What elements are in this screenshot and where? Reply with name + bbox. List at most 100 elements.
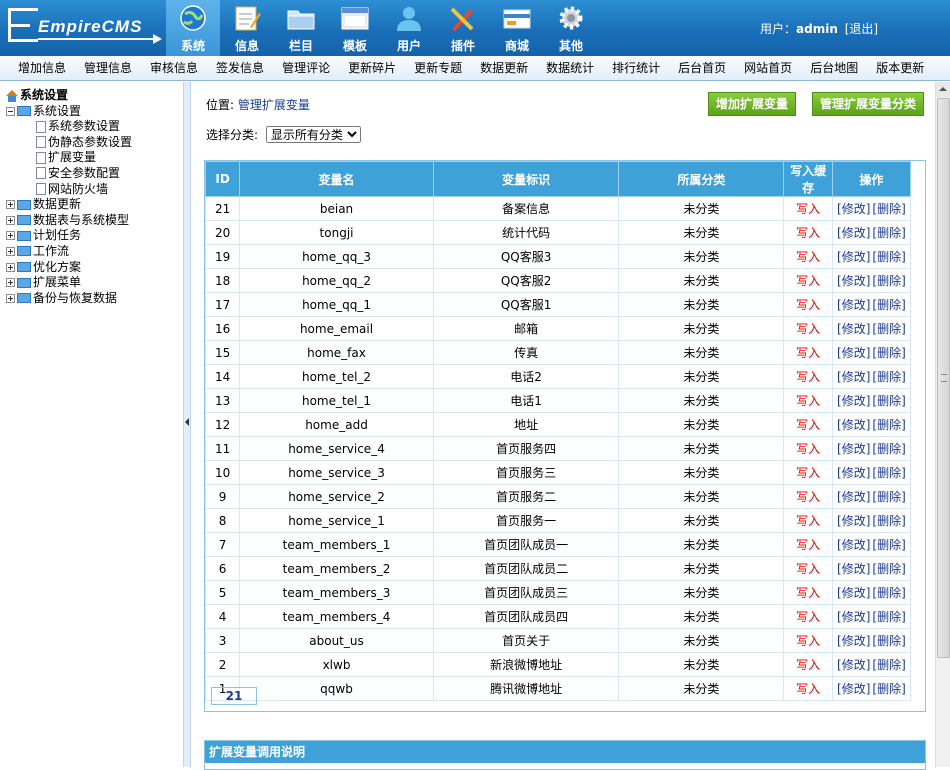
nav-tab-5[interactable]: 插件 [436, 0, 490, 56]
tree-item[interactable]: 网站防火墙 [6, 182, 132, 198]
edit-link[interactable]: [修改] [837, 370, 870, 384]
collapse-icon[interactable] [6, 106, 15, 116]
nav-tab-6[interactable]: 商城 [490, 0, 544, 56]
quick-nav-item[interactable]: 后台首页 [668, 56, 734, 80]
edit-link[interactable]: [修改] [837, 202, 870, 216]
tree-folder[interactable]: 优化方案 [6, 260, 132, 276]
quick-nav-item[interactable]: 更新专题 [404, 56, 470, 80]
cell-cache[interactable]: 写入 [783, 244, 833, 269]
quick-nav-item[interactable]: 增加信息 [8, 56, 74, 80]
expand-icon[interactable] [6, 231, 15, 241]
delete-link[interactable]: [删除] [872, 610, 905, 624]
cell-cache[interactable]: 写入 [783, 652, 833, 677]
delete-link[interactable]: [删除] [872, 514, 905, 528]
delete-link[interactable]: [删除] [872, 370, 905, 384]
tree-item[interactable]: 扩展变量 [6, 150, 132, 166]
cell-cache[interactable]: 写入 [783, 676, 833, 701]
delete-link[interactable]: [删除] [872, 442, 905, 456]
empirecms-logo[interactable]: EmpireCMS [8, 8, 162, 48]
quick-nav-item[interactable]: 网站首页 [734, 56, 800, 80]
quick-nav-item[interactable]: 签发信息 [206, 56, 272, 80]
cell-cache[interactable]: 写入 [783, 580, 833, 605]
quick-nav-item[interactable]: 数据更新 [470, 56, 536, 80]
delete-link[interactable]: [删除] [872, 466, 905, 480]
location-link[interactable]: 管理扩展变量 [238, 98, 310, 112]
edit-link[interactable]: [修改] [837, 298, 870, 312]
nav-tab-1[interactable]: 信息 [220, 0, 274, 56]
expand-icon[interactable] [6, 278, 15, 288]
tree-root[interactable]: 系统设置 [6, 88, 132, 104]
delete-link[interactable]: [删除] [872, 418, 905, 432]
nav-tab-4[interactable]: 用户 [382, 0, 436, 56]
delete-link[interactable]: [删除] [872, 298, 905, 312]
cell-cache[interactable]: 写入 [783, 316, 833, 341]
add-variable-button[interactable]: 增加扩展变量 [708, 92, 797, 116]
expand-icon[interactable] [6, 200, 15, 210]
tree-item[interactable]: 安全参数配置 [6, 166, 132, 182]
quick-nav-item[interactable]: 管理信息 [74, 56, 140, 80]
edit-link[interactable]: [修改] [837, 394, 870, 408]
tree-folder[interactable]: 数据表与系统模型 [6, 213, 132, 229]
nav-tab-3[interactable]: 模板 [328, 0, 382, 56]
delete-link[interactable]: [删除] [872, 346, 905, 360]
delete-link[interactable]: [删除] [872, 322, 905, 336]
quick-nav-item[interactable]: 审核信息 [140, 56, 206, 80]
cell-cache[interactable]: 写入 [783, 556, 833, 581]
nav-tab-2[interactable]: 栏目 [274, 0, 328, 56]
manage-category-button[interactable]: 管理扩展变量分类 [812, 92, 925, 116]
delete-link[interactable]: [删除] [872, 274, 905, 288]
edit-link[interactable]: [修改] [837, 442, 870, 456]
category-select[interactable]: 显示所有分类 [265, 126, 361, 143]
edit-link[interactable]: [修改] [837, 418, 870, 432]
expand-icon[interactable] [6, 293, 15, 303]
cell-cache[interactable]: 写入 [783, 412, 833, 437]
edit-link[interactable]: [修改] [837, 250, 870, 264]
quick-nav-item[interactable]: 版本更新 [866, 56, 932, 80]
scroll-up-icon[interactable] [936, 82, 950, 97]
cell-cache[interactable]: 写入 [783, 484, 833, 509]
edit-link[interactable]: [修改] [837, 322, 870, 336]
tree-item[interactable]: 系统参数设置 [6, 119, 132, 135]
delete-link[interactable]: [删除] [872, 682, 905, 696]
vertical-scrollbar[interactable] [935, 82, 950, 767]
cell-cache[interactable]: 写入 [783, 388, 833, 413]
edit-link[interactable]: [修改] [837, 586, 870, 600]
edit-link[interactable]: [修改] [837, 538, 870, 552]
cell-cache[interactable]: 写入 [783, 436, 833, 461]
collapse-arrow-icon[interactable] [185, 418, 189, 426]
edit-link[interactable]: [修改] [837, 346, 870, 360]
edit-link[interactable]: [修改] [837, 682, 870, 696]
delete-link[interactable]: [删除] [872, 658, 905, 672]
logout-link[interactable]: [退出] [845, 22, 878, 36]
quick-nav-item[interactable]: 更新碎片 [338, 56, 404, 80]
delete-link[interactable]: [删除] [872, 634, 905, 648]
delete-link[interactable]: [删除] [872, 538, 905, 552]
delete-link[interactable]: [删除] [872, 202, 905, 216]
edit-link[interactable]: [修改] [837, 226, 870, 240]
quick-nav-item[interactable]: 数据统计 [536, 56, 602, 80]
delete-link[interactable]: [删除] [872, 250, 905, 264]
delete-link[interactable]: [删除] [872, 586, 905, 600]
tree-folder[interactable]: 扩展菜单 [6, 275, 132, 291]
edit-link[interactable]: [修改] [837, 490, 870, 504]
tree-folder[interactable]: 数据更新 [6, 197, 132, 213]
cell-cache[interactable]: 写入 [783, 364, 833, 389]
tree-folder[interactable]: 计划任务 [6, 228, 132, 244]
quick-nav-item[interactable]: 后台地图 [800, 56, 866, 80]
expand-icon[interactable] [6, 262, 15, 272]
edit-link[interactable]: [修改] [837, 466, 870, 480]
tree-folder-open[interactable]: 系统设置 [6, 104, 132, 120]
edit-link[interactable]: [修改] [837, 658, 870, 672]
delete-link[interactable]: [删除] [872, 490, 905, 504]
edit-link[interactable]: [修改] [837, 274, 870, 288]
cell-cache[interactable]: 写入 [783, 508, 833, 533]
cell-cache[interactable]: 写入 [783, 532, 833, 557]
edit-link[interactable]: [修改] [837, 514, 870, 528]
cell-cache[interactable]: 写入 [783, 604, 833, 629]
expand-icon[interactable] [6, 246, 15, 256]
cell-cache[interactable]: 写入 [783, 292, 833, 317]
edit-link[interactable]: [修改] [837, 610, 870, 624]
edit-link[interactable]: [修改] [837, 562, 870, 576]
cell-cache[interactable]: 写入 [783, 268, 833, 293]
cell-cache[interactable]: 写入 [783, 340, 833, 365]
